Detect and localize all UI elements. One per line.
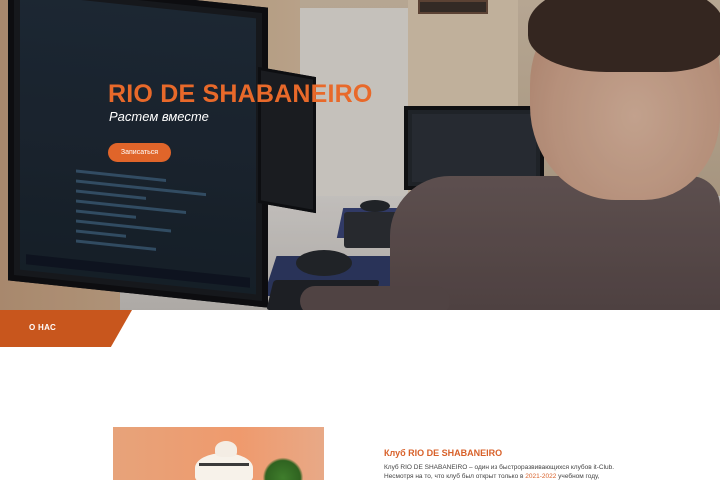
about-section-label: О НАС <box>29 323 57 332</box>
about-section-tab <box>0 310 132 347</box>
hero-subtitle: Растем вместе <box>109 109 209 124</box>
about-image-lamp-top <box>215 441 237 457</box>
about-image-plant <box>263 457 303 480</box>
about-heading: Клуб RIO DE SHABANEIRO <box>384 448 503 458</box>
about-text-line: Клуб RIO DE SHABANEIRO – один из быстрор… <box>384 464 615 471</box>
about-image <box>113 427 324 480</box>
about-text: Клуб RIO DE SHABANEIRO – один из быстрор… <box>384 463 634 481</box>
hero-title: RIO DE SHABANEIRO <box>108 80 373 108</box>
about-text-fragment: Несмотря на то, что клуб был открыт толь… <box>384 473 526 480</box>
about-text-fragment: учебном году, <box>556 473 600 480</box>
signup-button[interactable]: Записаться <box>108 143 171 162</box>
about-image-lamp-stripe <box>199 463 249 466</box>
about-text-year: 2021-2022 <box>525 473 557 480</box>
hero-banner: RIO DE SHABANEIRO Растем вместе Записать… <box>0 0 720 310</box>
about-image-lamp <box>195 453 253 480</box>
